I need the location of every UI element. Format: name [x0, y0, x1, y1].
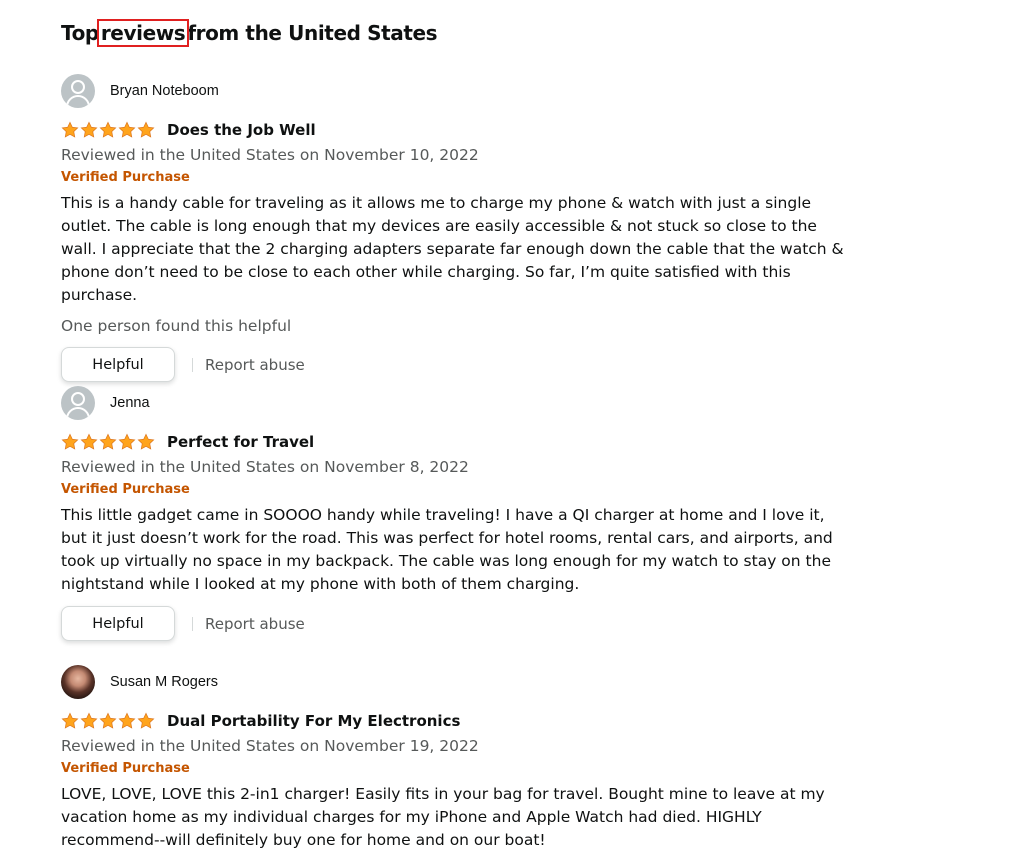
star-icon [99, 121, 117, 138]
star-icon [80, 712, 98, 729]
review-body: LOVE, LOVE, LOVE this 2-in1 charger! Eas… [61, 785, 825, 849]
review-title[interactable]: Dual Portability For My Electronics [167, 712, 460, 730]
title-prefix: Top [61, 21, 99, 45]
report-abuse-link[interactable]: Report abuse [205, 615, 305, 633]
review-body: This is a handy cable for traveling as i… [61, 194, 844, 304]
star-rating[interactable] [61, 121, 155, 139]
star-icon [118, 121, 136, 138]
star-rating[interactable] [61, 712, 155, 730]
review-title[interactable]: Does the Job Well [167, 121, 316, 139]
review-date: Reviewed in the United States on Novembe… [61, 146, 479, 164]
author-name[interactable]: Bryan Noteboom [110, 83, 219, 99]
review-profile[interactable]: Jenna [61, 386, 851, 420]
author-name[interactable]: Jenna [110, 395, 150, 411]
star-icon [99, 712, 117, 729]
star-icon [137, 712, 155, 729]
star-icon [61, 712, 79, 729]
review-date: Reviewed in the United States on Novembe… [61, 458, 469, 476]
verified-purchase-badge: Verified Purchase [61, 761, 190, 776]
star-icon [80, 121, 98, 138]
star-icon [137, 433, 155, 450]
title-highlight: reviews [96, 19, 190, 47]
author-name[interactable]: Susan M Rogers [110, 674, 218, 690]
helpful-button[interactable]: Helpful [61, 347, 175, 382]
verified-purchase-badge: Verified Purchase [61, 482, 190, 497]
report-abuse-link[interactable]: Report abuse [205, 356, 305, 374]
star-icon [118, 712, 136, 729]
review-title[interactable]: Perfect for Travel [167, 433, 314, 451]
star-icon [118, 433, 136, 450]
divider [192, 357, 193, 372]
star-rating[interactable] [61, 433, 155, 451]
review-card: Susan M Rogers Dual Portability For My E… [61, 665, 851, 852]
star-icon [80, 433, 98, 450]
star-icon [99, 433, 117, 450]
review-card: Jenna Perfect for Travel Reviewed in the… [61, 386, 851, 641]
review-card: Bryan Noteboom Does the Job Well Reviewe… [61, 74, 851, 382]
helpful-count: One person found this helpful [61, 317, 292, 335]
star-icon [61, 433, 79, 450]
default-user-icon [61, 74, 95, 108]
review-body: This little gadget came in SOOOO handy w… [61, 506, 833, 593]
divider [192, 616, 193, 631]
star-icon [61, 121, 79, 138]
star-icon [137, 121, 155, 138]
verified-purchase-badge: Verified Purchase [61, 170, 190, 185]
profile-photo [61, 665, 95, 699]
helpful-button[interactable]: Helpful [61, 606, 175, 641]
title-suffix: from the United States [187, 21, 438, 45]
review-date: Reviewed in the United States on Novembe… [61, 737, 479, 755]
page-title: Top reviews from the United States [61, 19, 438, 47]
review-profile[interactable]: Susan M Rogers [61, 665, 851, 699]
default-user-icon [61, 386, 95, 420]
review-profile[interactable]: Bryan Noteboom [61, 74, 851, 108]
